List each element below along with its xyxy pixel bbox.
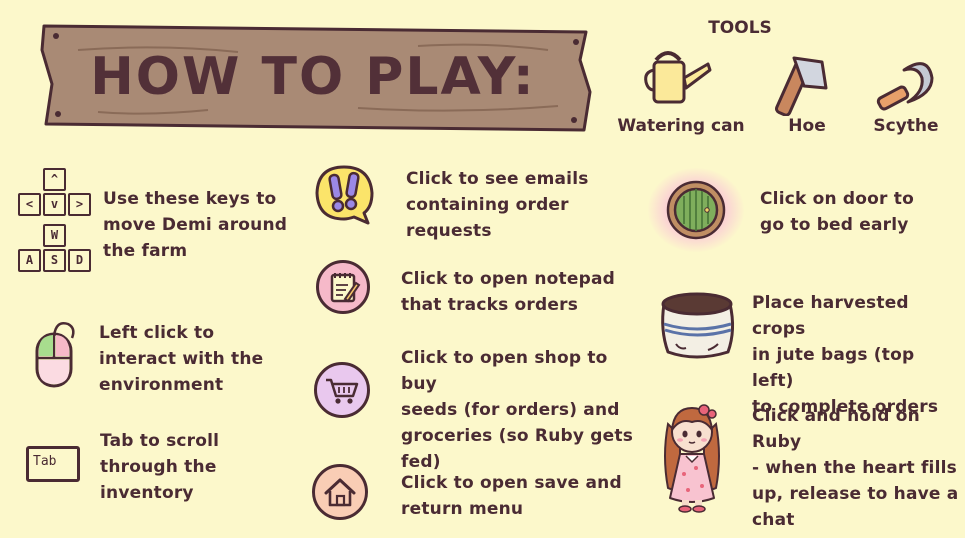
- s-key: S: [43, 249, 66, 272]
- door-instructions: Click on door to go to bed early: [760, 189, 914, 235]
- mouse-instructions: Left click to interact with the environm…: [99, 323, 264, 395]
- shopping-cart-icon: [326, 378, 359, 404]
- a-key: A: [18, 249, 41, 272]
- tab-instructions: Tab to scroll through the inventory: [100, 431, 220, 503]
- down-arrow-key: v: [43, 193, 66, 216]
- home-instructions: Click to open save and return menu: [401, 473, 622, 519]
- watering-can-icon: [642, 48, 714, 110]
- tools-title: TOOLS: [708, 18, 772, 38]
- d-key: D: [68, 249, 91, 272]
- tab-key-label: Tab: [33, 454, 57, 469]
- page-title: HOW TO PLAY:: [90, 47, 536, 107]
- notepad-instructions: Click to open notepad that tracks orders: [401, 269, 616, 315]
- shop-instructions: Click to open shop to buy seeds (for ord…: [401, 348, 634, 472]
- tab-key-icon: Tab: [26, 446, 80, 482]
- shop-button[interactable]: [314, 362, 370, 418]
- left-arrow-key: <: [18, 193, 41, 216]
- email-instructions: Click to see emails containing order req…: [406, 169, 589, 241]
- scythe-icon: [874, 56, 940, 114]
- ruby-character[interactable]: [658, 396, 726, 514]
- email-icon[interactable]: [314, 163, 376, 225]
- w-key: W: [43, 224, 66, 247]
- how-to-play-sign: HOW TO PLAY:: [38, 20, 598, 140]
- up-arrow-key: ^: [43, 168, 66, 191]
- right-arrow-key: >: [68, 193, 91, 216]
- notepad-icon: [330, 273, 361, 303]
- jute-bag-icon: [656, 290, 738, 364]
- home-icon: [324, 478, 356, 507]
- tool-label-watering-can: Watering can: [617, 116, 745, 136]
- home-button[interactable]: [312, 464, 368, 520]
- bag-instructions: Place harvested crops in jute bags (top …: [752, 293, 939, 417]
- ruby-instructions: Click and hold on Ruby - when the heart …: [752, 406, 959, 530]
- door-icon[interactable]: [664, 178, 728, 242]
- keys-instructions: Use these keys to move Demi around the f…: [103, 189, 288, 261]
- hoe-icon: [764, 54, 830, 117]
- mouse-icon: [34, 318, 82, 390]
- tool-label-hoe: Hoe: [788, 116, 826, 136]
- tool-label-scythe: Scythe: [873, 116, 939, 136]
- movement-keys: ^ < v > W A S D: [16, 168, 94, 276]
- notepad-button[interactable]: [316, 260, 370, 314]
